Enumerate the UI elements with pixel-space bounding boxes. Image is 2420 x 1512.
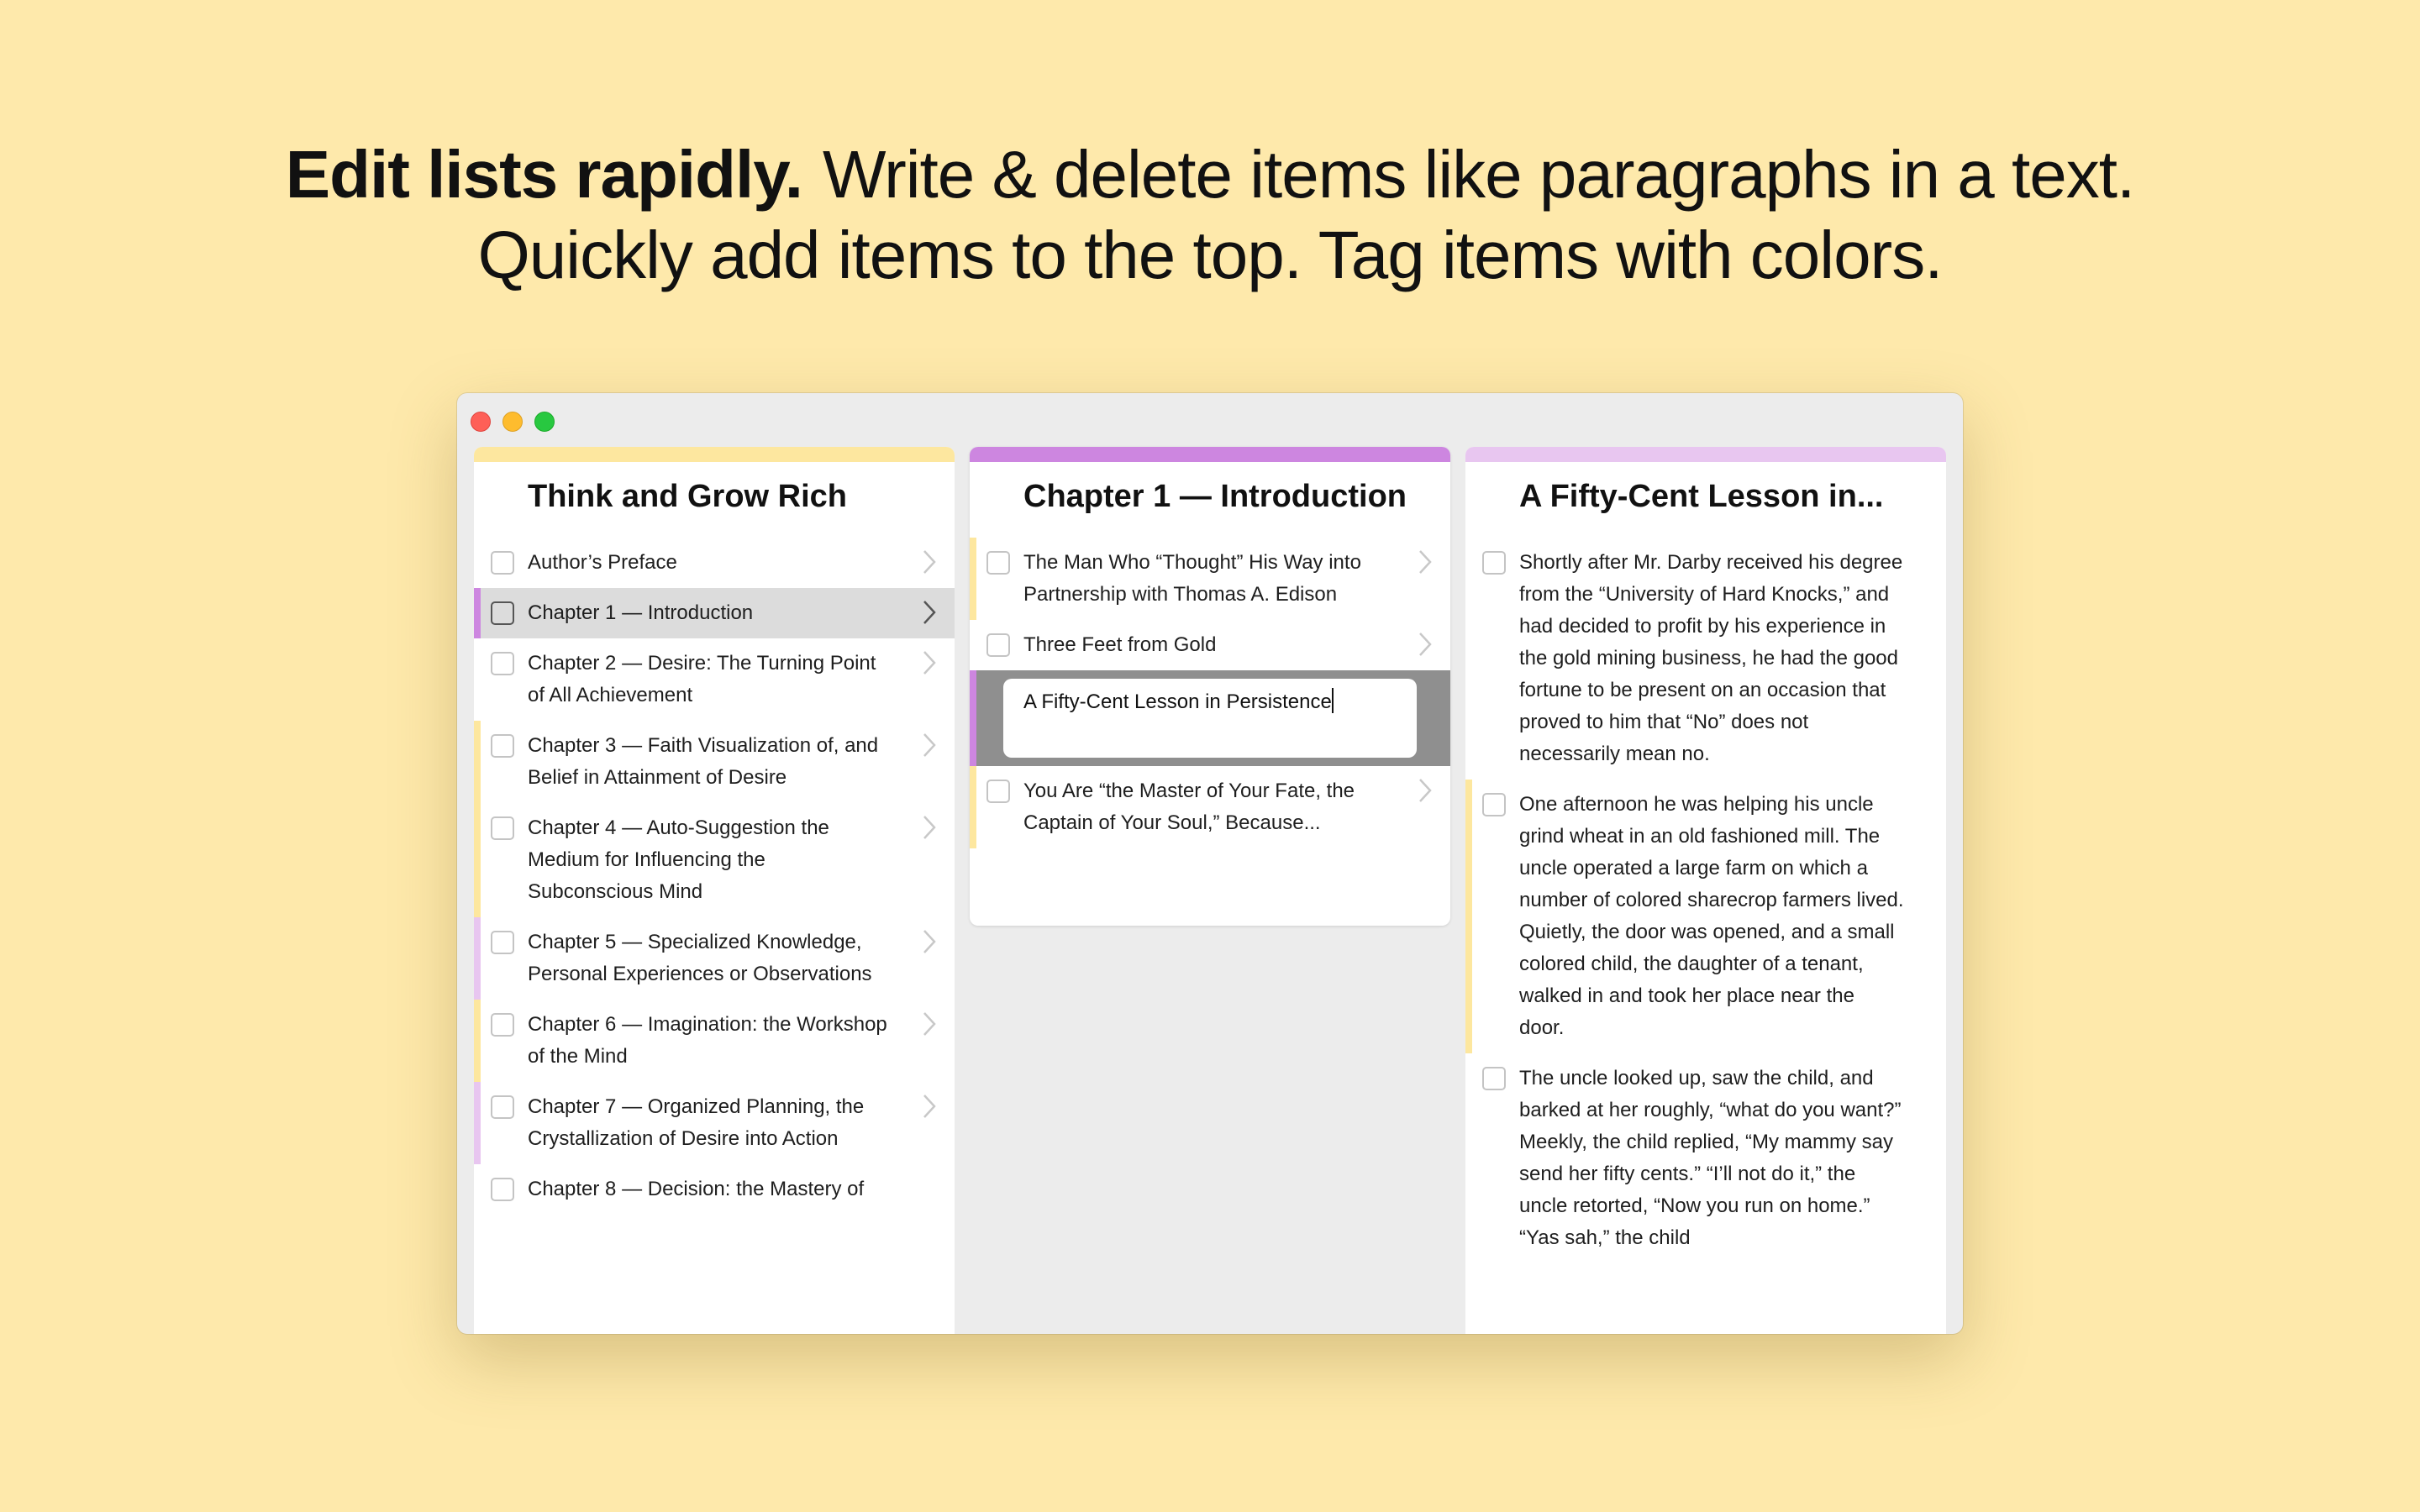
color-tag	[474, 917, 481, 1000]
chevron-right-icon[interactable]	[1413, 548, 1435, 576]
list-item[interactable]: Chapter 1 — Introduction	[474, 588, 955, 638]
column-title: A Fifty-Cent Lesson in...	[1519, 479, 1884, 514]
chevron-right-icon[interactable]	[918, 813, 939, 842]
chevron-right-icon[interactable]	[918, 548, 939, 576]
item-checkbox[interactable]	[491, 816, 514, 840]
color-tag	[970, 766, 976, 848]
item-label: Chapter 5 — Specialized Knowledge, Perso…	[528, 931, 872, 985]
list-item[interactable]: Chapter 7 — Organized Planning, the Crys…	[474, 1082, 955, 1164]
item-label: Chapter 6 — Imagination: the Workshop of…	[528, 1013, 887, 1068]
item-checkbox[interactable]	[491, 652, 514, 675]
headline-bold: Edit lists rapidly.	[285, 137, 803, 212]
item-label: One afternoon he was helping his uncle g…	[1519, 793, 1904, 1039]
color-tag	[1465, 538, 1472, 780]
color-tag	[1465, 780, 1472, 1053]
list-item[interactable]: Author’s Preface	[474, 538, 955, 588]
item-checkbox[interactable]	[1482, 551, 1506, 575]
list-item[interactable]: Chapter 2 — Desire: The Turning Point of…	[474, 638, 955, 721]
item-label: Author’s Preface	[528, 551, 677, 574]
minimize-window-button[interactable]	[502, 412, 523, 432]
column-color-strip	[970, 447, 1450, 462]
item-label: Chapter 4 — Auto-Suggestion the Medium f…	[528, 816, 829, 903]
editing-row: A Fifty-Cent Lesson in Persistence	[970, 670, 1450, 766]
list-item[interactable]: The Man Who “Thought” His Way into Partn…	[970, 538, 1450, 620]
column-book: Think and Grow Rich Author’s Preface Cha…	[474, 447, 955, 1334]
chevron-right-icon[interactable]	[918, 731, 939, 759]
item-checkbox[interactable]	[491, 601, 514, 625]
text-caret	[1331, 688, 1334, 713]
item-label: Chapter 3 — Faith Visualization of, and …	[528, 734, 879, 789]
headline: Edit lists rapidly. Write & delete items …	[0, 134, 2420, 296]
color-tag	[474, 1164, 481, 1215]
item-label: Chapter 7 — Organized Planning, the Crys…	[528, 1095, 865, 1150]
chevron-right-icon[interactable]	[918, 1092, 939, 1121]
list-item[interactable]: Chapter 8 — Decision: the Mastery of	[474, 1164, 955, 1215]
close-window-button[interactable]	[471, 412, 491, 432]
color-tag	[970, 670, 976, 766]
item-label: The uncle looked up, saw the child, and …	[1519, 1067, 1902, 1249]
item-checkbox[interactable]	[491, 931, 514, 954]
headline-line-2: Quickly add items to the top. Tag items …	[477, 218, 1944, 292]
color-tag	[474, 638, 481, 721]
chevron-right-icon[interactable]	[918, 648, 939, 677]
column-chapter: Chapter 1 — Introduction The Man Who “Th…	[970, 447, 1450, 926]
item-checkbox[interactable]	[986, 551, 1010, 575]
column-title: Think and Grow Rich	[528, 479, 848, 514]
list-item[interactable]: Chapter 3 — Faith Visualization of, and …	[474, 721, 955, 803]
chevron-right-icon[interactable]	[918, 1010, 939, 1038]
zoom-window-button[interactable]	[534, 412, 555, 432]
item-checkbox[interactable]	[1482, 793, 1506, 816]
item-edit-field[interactable]: A Fifty-Cent Lesson in Persistence	[1003, 679, 1417, 758]
list-item[interactable]: Shortly after Mr. Darby received his deg…	[1465, 538, 1946, 780]
color-tag	[474, 721, 481, 803]
item-checkbox[interactable]	[491, 1013, 514, 1037]
list-item[interactable]: Chapter 4 — Auto-Suggestion the Medium f…	[474, 803, 955, 917]
item-label: The Man Who “Thought” His Way into Partn…	[1023, 551, 1361, 606]
list-item[interactable]: Chapter 5 — Specialized Knowledge, Perso…	[474, 917, 955, 1000]
color-tag	[474, 588, 481, 638]
column-color-strip	[1465, 447, 1946, 462]
item-checkbox[interactable]	[986, 780, 1010, 803]
color-tag	[474, 538, 481, 588]
item-list: The Man Who “Thought” His Way into Partn…	[970, 538, 1450, 848]
item-label: Chapter 8 — Decision: the Mastery of	[528, 1178, 865, 1200]
color-tag	[474, 803, 481, 917]
item-edit-text: A Fifty-Cent Lesson in Persistence	[1023, 690, 1332, 713]
list-item[interactable]: One afternoon he was helping his uncle g…	[1465, 780, 1946, 1053]
chevron-right-icon[interactable]	[918, 927, 939, 956]
item-checkbox[interactable]	[986, 633, 1010, 657]
item-label: Three Feet from Gold	[1023, 633, 1217, 656]
headline-rest: Write & delete items like paragraphs in …	[823, 137, 2135, 212]
title-bar[interactable]	[457, 393, 1963, 447]
list-item[interactable]: Three Feet from Gold	[970, 620, 1450, 670]
color-tag	[1465, 1053, 1472, 1263]
color-tag	[970, 538, 976, 620]
item-list: Author’s Preface Chapter 1 — Introductio…	[474, 538, 955, 1215]
list-item[interactable]: Chapter 6 — Imagination: the Workshop of…	[474, 1000, 955, 1082]
list-item[interactable]: The uncle looked up, saw the child, and …	[1465, 1053, 1946, 1263]
color-tag	[474, 1000, 481, 1082]
color-tag	[474, 1082, 481, 1164]
color-tag	[970, 620, 976, 670]
item-checkbox[interactable]	[491, 1095, 514, 1119]
column-section: A Fifty-Cent Lesson in... Shortly after …	[1465, 447, 1946, 1334]
headline-line-1: Edit lists rapidly. Write & delete items …	[0, 134, 2420, 215]
item-checkbox[interactable]	[491, 1178, 514, 1201]
chevron-right-icon[interactable]	[1413, 776, 1435, 805]
item-list: Shortly after Mr. Darby received his deg…	[1465, 538, 1946, 1263]
list-item[interactable]: You Are “the Master of Your Fate, the Ca…	[970, 766, 1450, 848]
item-label: Shortly after Mr. Darby received his deg…	[1519, 551, 1903, 765]
item-label: Chapter 2 — Desire: The Turning Point of…	[528, 652, 876, 706]
column-title: Chapter 1 — Introduction	[1023, 479, 1407, 514]
item-label: You Are “the Master of Your Fate, the Ca…	[1023, 780, 1355, 834]
item-checkbox[interactable]	[1482, 1067, 1506, 1090]
chevron-right-icon[interactable]	[918, 598, 939, 627]
column-color-strip	[474, 447, 955, 462]
item-label: Chapter 1 — Introduction	[528, 601, 754, 624]
item-checkbox[interactable]	[491, 734, 514, 758]
item-checkbox[interactable]	[491, 551, 514, 575]
chevron-right-icon[interactable]	[1413, 630, 1435, 659]
app-window: Think and Grow Rich Author’s Preface Cha…	[457, 393, 1963, 1334]
